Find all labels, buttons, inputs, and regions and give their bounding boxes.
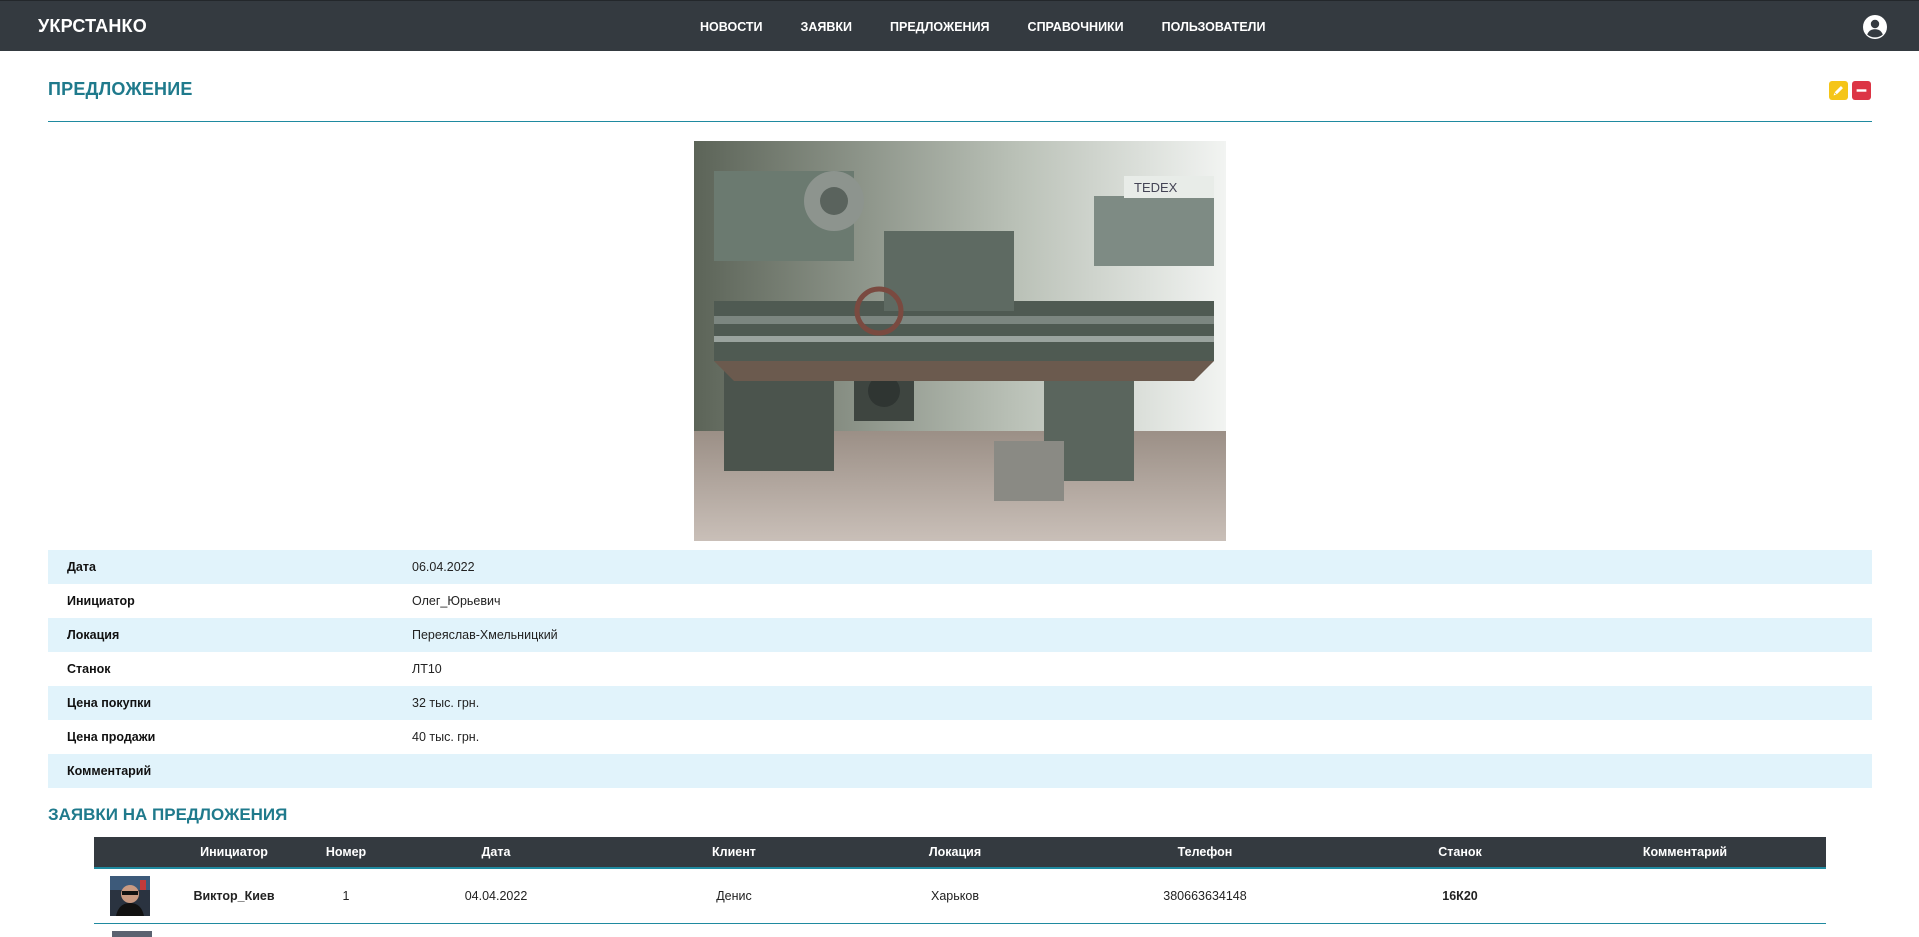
nav-item-users[interactable]: ПОЛЬЗОВАТЕЛИ xyxy=(1162,20,1266,34)
detail-label: Цена продажи xyxy=(67,730,156,744)
column-header-number[interactable]: Номер xyxy=(318,845,374,859)
requests-table: Инициатор Номер Дата Клиент Локация Теле… xyxy=(94,837,1826,924)
cell-number: 1 xyxy=(342,889,350,903)
avatar[interactable] xyxy=(110,876,150,916)
avatar-cell xyxy=(94,876,150,916)
photo-watermark: TEDEX xyxy=(1134,180,1178,195)
cell-client: Денис xyxy=(716,889,752,903)
pencil-icon xyxy=(1833,86,1843,96)
detail-label: Локация xyxy=(67,628,120,642)
nav-item-news[interactable]: НОВОСТИ xyxy=(700,20,763,34)
detail-row-comment: Комментарий xyxy=(48,754,1872,788)
column-header-comment[interactable]: Комментарий xyxy=(1570,845,1800,859)
cell-location: Харьков xyxy=(931,889,979,903)
detail-label: Цена покупки xyxy=(67,696,152,710)
detail-row-purchase-price: Цена покупки 32 тыс. грн. xyxy=(48,686,1872,720)
delete-button[interactable] xyxy=(1852,81,1871,100)
detail-row-location: Локация Переяслав-Хмельницкий xyxy=(48,618,1872,652)
edit-button[interactable] xyxy=(1829,81,1848,100)
minus-icon xyxy=(1856,89,1867,92)
detail-value: Переяслав-Хмельницкий xyxy=(412,628,558,642)
title-divider xyxy=(48,121,1872,122)
detail-row-initiator: Инициатор Олег_Юрьевич xyxy=(48,584,1872,618)
brand-logo[interactable]: УКРСТАНКО xyxy=(38,1,147,52)
detail-row-sale-price: Цена продажи 40 тыс. грн. xyxy=(48,720,1872,754)
nav-item-offers[interactable]: ПРЕДЛОЖЕНИЯ xyxy=(890,20,990,34)
cell-machine: 16К20 xyxy=(1442,889,1478,903)
column-header-client[interactable]: Клиент xyxy=(618,845,850,859)
detail-value: ЛТ10 xyxy=(412,662,442,676)
column-header-initiator[interactable]: Инициатор xyxy=(150,845,318,859)
user-circle-icon[interactable] xyxy=(1863,15,1887,39)
top-navbar: УКРСТАНКО НОВОСТИ ЗАЯВКИ ПРЕДЛОЖЕНИЯ СПР… xyxy=(0,0,1919,51)
detail-value: Олег_Юрьевич xyxy=(412,594,501,608)
offer-photo: TEDEX xyxy=(694,141,1226,541)
cell-phone: 380663634148 xyxy=(1163,889,1247,903)
cell-initiator: Виктор_Киев xyxy=(193,889,275,903)
detail-value: 40 тыс. грн. xyxy=(412,730,480,744)
detail-label: Дата xyxy=(67,560,96,574)
nav-item-directories[interactable]: СПРАВОЧНИКИ xyxy=(1028,20,1124,34)
column-header-phone[interactable]: Телефон xyxy=(1060,845,1350,859)
next-row-avatar-partial xyxy=(112,931,152,937)
detail-label: Комментарий xyxy=(67,764,152,778)
detail-row-date: Дата 06.04.2022 xyxy=(48,550,1872,584)
offer-details-table: Дата 06.04.2022 Инициатор Олег_Юрьевич Л… xyxy=(48,550,1872,788)
table-row[interactable]: Виктор_Киев 1 04.04.2022 Денис Харьков 3… xyxy=(94,869,1826,924)
column-header-location[interactable]: Локация xyxy=(850,845,1060,859)
main-nav: НОВОСТИ ЗАЯВКИ ПРЕДЛОЖЕНИЯ СПРАВОЧНИКИ П… xyxy=(700,1,1303,52)
detail-value: 32 тыс. грн. xyxy=(412,696,480,710)
page-title: ПРЕДЛОЖЕНИЕ xyxy=(48,79,193,99)
detail-value: 06.04.2022 xyxy=(412,560,475,574)
nav-item-requests[interactable]: ЗАЯВКИ xyxy=(801,20,852,34)
column-header-machine[interactable]: Станок xyxy=(1350,845,1570,859)
requests-table-header: Инициатор Номер Дата Клиент Локация Теле… xyxy=(94,837,1826,869)
column-header-date[interactable]: Дата xyxy=(374,845,618,859)
requests-section-title: ЗАЯВКИ НА ПРЕДЛОЖЕНИЯ xyxy=(48,805,288,824)
detail-row-machine: Станок ЛТ10 xyxy=(48,652,1872,686)
detail-label: Инициатор xyxy=(67,594,135,608)
detail-label: Станок xyxy=(67,662,111,676)
cell-date: 04.04.2022 xyxy=(464,889,528,903)
